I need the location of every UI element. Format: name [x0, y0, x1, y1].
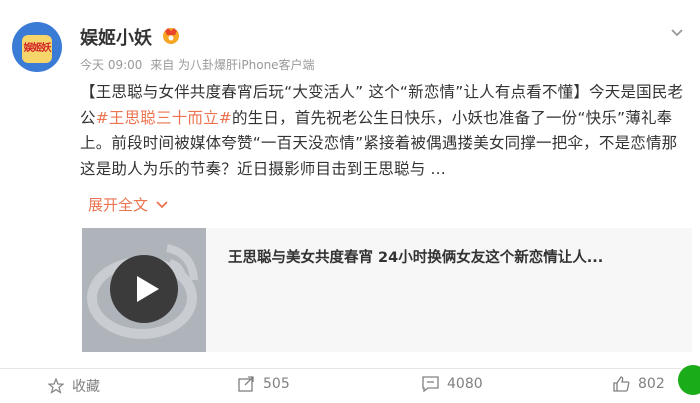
video-link-card[interactable]: 王思聪与美女共度春宵 24小时换俩女友这个新恋情让人...: [82, 228, 692, 352]
comment-count: 4080: [447, 376, 483, 392]
topic-link[interactable]: #王思聪三十而立#: [96, 109, 232, 127]
like-count: 802: [638, 376, 665, 392]
repost-count: 505: [263, 376, 290, 392]
like-button[interactable]: 802: [613, 376, 665, 392]
avatar-text: 娱姬妖: [23, 43, 52, 54]
weibo-post-card: 娱姬妖 娱姬小妖 今天 09:00 来自 为八卦爆肝iPhone客户端 【王思聪…: [0, 0, 700, 403]
video-thumbnail: [82, 228, 206, 352]
link-card-title: 王思聪与美女共度春宵 24小时换俩女友这个新恋情让人...: [228, 250, 604, 266]
comment-icon: [422, 376, 439, 392]
action-bar: 收藏 505 4080 802: [0, 372, 700, 403]
favorite-button[interactable]: 收藏: [48, 376, 100, 396]
expand-button[interactable]: 展开全文: [88, 194, 168, 215]
repost-button[interactable]: 505: [238, 376, 290, 392]
play-button[interactable]: [110, 255, 178, 323]
floating-action-button[interactable]: [678, 365, 700, 395]
post-time: 今天 09:00: [80, 58, 143, 72]
favorite-label: 收藏: [72, 379, 100, 395]
comment-button[interactable]: 4080: [422, 376, 483, 392]
divider: [0, 368, 700, 369]
repost-icon: [238, 376, 254, 392]
star-icon: [48, 378, 64, 394]
chevron-down-icon[interactable]: [670, 26, 684, 40]
play-icon: [137, 276, 159, 302]
post-meta: 今天 09:00 来自 为八卦爆肝iPhone客户端: [80, 56, 319, 73]
chevron-down-icon: [156, 200, 168, 208]
username[interactable]: 娱姬小妖: [80, 24, 152, 50]
avatar[interactable]: 娱姬妖: [12, 22, 62, 72]
post-source: 来自 为八卦爆肝iPhone客户端: [150, 58, 315, 72]
post-content: 【王思聪与女伴共度春宵后玩“大变活人” 这个“新恋情”让人有点看不懂】今天是国民…: [80, 80, 692, 182]
thumbs-up-icon: [613, 376, 630, 392]
vip-badge-icon: [163, 28, 179, 44]
expand-label: 展开全文: [88, 196, 149, 214]
